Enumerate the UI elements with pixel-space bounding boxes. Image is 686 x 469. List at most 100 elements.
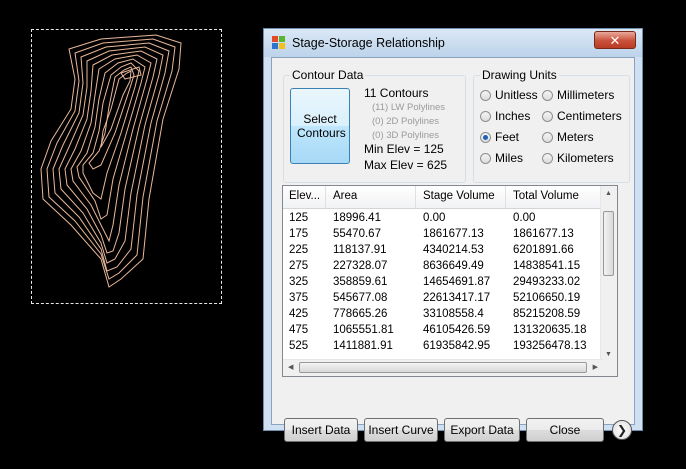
contour-data-title: Contour Data — [290, 68, 366, 82]
radio-button[interactable] — [542, 131, 553, 143]
lw-polylines-count: (11) LW Polylines — [372, 102, 446, 113]
cell-elevation: 175 — [289, 228, 309, 240]
horizontal-scrollbar[interactable]: ◀ ▶ — [283, 359, 603, 376]
cell-elevation: 275 — [289, 260, 309, 272]
drawing-units-title: Drawing Units — [480, 68, 559, 82]
select-contours-button[interactable]: Select Contours — [290, 88, 350, 164]
table-row[interactable]: 375 545677.08 22613417.17 52106650.19 — [283, 292, 603, 307]
scroll-up-arrow-icon[interactable]: ▲ — [605, 190, 612, 197]
stage-storage-table[interactable]: Elev... Area Stage Volume Total Volume 1… — [282, 185, 618, 377]
radio-button[interactable] — [542, 89, 553, 101]
app-icon — [272, 36, 285, 49]
cell-stage-volume: 46105426.59 — [423, 324, 491, 336]
cell-area: 545677.08 — [333, 292, 388, 304]
export-data-button[interactable]: Export Data — [444, 418, 520, 442]
cell-area: 358859.61 — [333, 276, 388, 288]
max-elevation: Max Elev = 625 — [364, 158, 448, 172]
cell-stage-volume: 61935842.95 — [423, 340, 491, 352]
cell-total-volume: 14838541.15 — [513, 260, 581, 272]
radio-button[interactable] — [480, 110, 491, 122]
radio-feet[interactable]: Feet — [480, 130, 519, 144]
column-divider[interactable] — [505, 186, 506, 208]
vertical-scroll-thumb[interactable] — [603, 211, 614, 276]
cell-stage-volume: 33108558.4 — [423, 308, 484, 320]
close-button[interactable]: Close — [526, 418, 604, 442]
2d-polylines-count: (0) 2D Polylines — [372, 116, 440, 127]
contour-count: 11 Contours — [364, 86, 429, 100]
cell-total-volume: 52106650.19 — [513, 292, 581, 304]
cell-area: 118137.91 — [333, 244, 387, 256]
table-row[interactable]: 425 778665.26 33108558.4 85215208.59 — [283, 308, 603, 323]
cell-stage-volume: 14654691.87 — [423, 276, 491, 288]
radio-button-selected[interactable] — [480, 131, 491, 143]
window-close-button[interactable]: ✕ — [594, 31, 636, 49]
min-elevation: Min Elev = 125 — [364, 142, 444, 156]
radio-centimeters[interactable]: Centimeters — [542, 109, 622, 123]
cell-area: 227328.07 — [333, 260, 388, 272]
cell-elevation: 525 — [289, 340, 309, 352]
drawing-units-group: Drawing Units Unitless Inches Feet Miles… — [473, 68, 630, 183]
cell-total-volume: 131320635.18 — [513, 324, 587, 336]
table-row[interactable]: 475 1065551.81 46105426.59 131320635.18 — [283, 324, 603, 339]
cell-stage-volume: 4340214.53 — [423, 244, 484, 256]
cell-stage-volume: 0.00 — [423, 212, 446, 224]
cell-area: 18996.41 — [333, 212, 381, 224]
cell-total-volume: 1861677.13 — [513, 228, 574, 240]
cell-area: 1065551.81 — [333, 324, 394, 336]
cell-total-volume: 0.00 — [513, 212, 536, 224]
cell-elevation: 225 — [289, 244, 309, 256]
radio-button[interactable] — [480, 152, 491, 164]
scroll-left-arrow-icon[interactable]: ◀ — [288, 363, 293, 371]
column-header-stage-volume[interactable]: Stage Volume — [423, 190, 495, 202]
contour-drawing[interactable] — [31, 29, 222, 304]
cell-area: 55470.67 — [333, 228, 381, 240]
radio-kilometers[interactable]: Kilometers — [542, 151, 614, 165]
horizontal-scroll-thumb[interactable] — [299, 362, 587, 373]
column-divider[interactable] — [325, 186, 326, 208]
radio-miles[interactable]: Miles — [480, 151, 523, 165]
insert-data-button[interactable]: Insert Data — [284, 418, 358, 442]
cell-area: 778665.26 — [333, 308, 388, 320]
cell-elevation: 375 — [289, 292, 309, 304]
cell-stage-volume: 22613417.17 — [423, 292, 491, 304]
stage-storage-window: Stage-Storage Relationship ✕ Contour Dat… — [263, 28, 643, 442]
scrollbar-corner — [601, 360, 617, 376]
cell-elevation: 425 — [289, 308, 309, 320]
radio-inches[interactable]: Inches — [480, 109, 530, 123]
cell-elevation: 475 — [289, 324, 309, 336]
cell-stage-volume: 8636649.49 — [423, 260, 484, 272]
title-bar[interactable]: Stage-Storage Relationship ✕ — [264, 29, 642, 57]
column-header-elevation[interactable]: Elev... — [289, 190, 320, 202]
table-row[interactable]: 525 1411881.91 61935842.95 193256478.13 — [283, 340, 603, 355]
3d-polylines-count: (0) 3D Polylines — [372, 130, 440, 141]
table-row[interactable]: 275 227328.07 8636649.49 14838541.15 — [283, 260, 603, 275]
cell-elevation: 125 — [289, 212, 309, 224]
radio-millimeters[interactable]: Millimeters — [542, 88, 614, 102]
contour-data-group: Contour Data Select Contours 11 Contours… — [283, 68, 466, 183]
table-row[interactable]: 225 118137.91 4340214.53 6201891.66 — [283, 244, 603, 259]
window-title: Stage-Storage Relationship — [292, 36, 445, 50]
scroll-right-arrow-icon[interactable]: ▶ — [593, 363, 598, 371]
radio-meters[interactable]: Meters — [542, 130, 594, 144]
column-divider[interactable] — [415, 186, 416, 208]
next-arrow-icon[interactable]: ❯ — [612, 420, 632, 440]
dialog-client: Contour Data Select Contours 11 Contours… — [271, 57, 635, 442]
radio-button[interactable] — [480, 89, 491, 101]
radio-button[interactable] — [542, 152, 553, 164]
column-header-total-volume[interactable]: Total Volume — [513, 190, 579, 202]
insert-curve-button[interactable]: Insert Curve — [364, 418, 438, 442]
cell-total-volume: 85215208.59 — [513, 308, 581, 320]
radio-button[interactable] — [542, 110, 553, 122]
table-row[interactable]: 325 358859.61 14654691.87 29493233.02 — [283, 276, 603, 291]
table-header: Elev... Area Stage Volume Total Volume — [283, 186, 603, 209]
cell-total-volume: 6201891.66 — [513, 244, 574, 256]
radio-unitless[interactable]: Unitless — [480, 88, 538, 102]
cell-stage-volume: 1861677.13 — [423, 228, 484, 240]
column-header-area[interactable]: Area — [333, 190, 357, 202]
table-row[interactable]: 175 55470.67 1861677.13 1861677.13 — [283, 228, 603, 243]
scroll-down-arrow-icon[interactable]: ▼ — [605, 351, 612, 358]
table-row[interactable]: 125 18996.41 0.00 0.00 — [283, 212, 603, 227]
cell-area: 1411881.91 — [333, 340, 393, 352]
cell-total-volume: 193256478.13 — [513, 340, 587, 352]
vertical-scrollbar[interactable]: ▲ ▼ — [600, 186, 617, 361]
